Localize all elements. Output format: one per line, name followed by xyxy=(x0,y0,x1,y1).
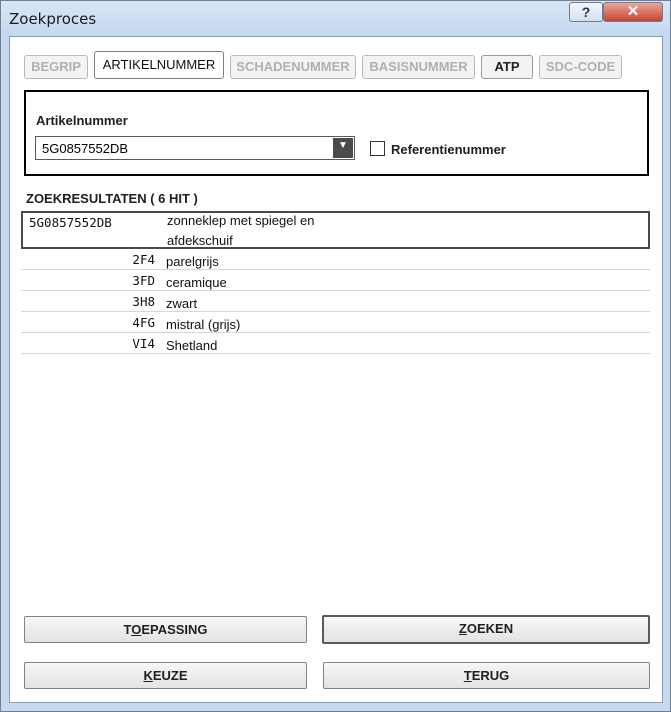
title-bar: Zoekproces ? ✕ xyxy=(1,1,670,35)
results-list: 5G0857552DB zonneklep met spiegel en afd… xyxy=(21,211,650,354)
result-row[interactable]: VI4 Shetland xyxy=(21,333,650,354)
result-description: Shetland xyxy=(166,338,218,353)
button-access-key: Z xyxy=(458,621,467,636)
result-row[interactable]: 3H8 zwart xyxy=(21,291,650,312)
referentienummer-checkbox[interactable] xyxy=(370,141,385,156)
artikelnummer-combobox[interactable]: 5G0857552DB ▼ xyxy=(35,136,355,160)
result-description-line: afdekschuif xyxy=(167,233,233,248)
search-criteria-group: Artikelnummer 5G0857552DB ▼ Referentienu… xyxy=(24,90,649,176)
help-button[interactable]: ? xyxy=(569,2,603,22)
result-code: 5G0857552DB xyxy=(29,215,112,230)
result-description: zwart xyxy=(166,296,198,311)
close-icon: ✕ xyxy=(626,3,640,20)
result-description: mistral (grijs) xyxy=(166,317,241,332)
button-label: EUZE xyxy=(152,668,188,683)
tab-sdc-code: SDC-CODE xyxy=(539,55,622,79)
result-row[interactable]: 3FD ceramique xyxy=(21,270,650,291)
result-code: 2F4 xyxy=(132,252,155,267)
artikelnummer-label: Artikelnummer xyxy=(36,113,128,128)
result-row[interactable]: 2F4 parelgrijs xyxy=(21,249,650,270)
button-access-key: K xyxy=(143,668,153,683)
help-icon: ? xyxy=(581,4,591,20)
result-main-row[interactable]: 5G0857552DB zonneklep met spiegel en afd… xyxy=(21,211,650,249)
toepassing-button[interactable]: TOEPASSING xyxy=(24,616,307,643)
results-header: ZOEKRESULTATEN ( 6 HIT ) xyxy=(26,191,198,206)
tab-schadenummer: SCHADENUMMER xyxy=(230,55,356,79)
button-label: EPASSING xyxy=(141,622,208,637)
tab-artikelnummer[interactable]: ARTIKELNUMMER xyxy=(94,51,224,79)
button-access-key: O xyxy=(131,622,142,637)
result-description: ceramique xyxy=(166,275,227,290)
keuze-button[interactable]: KEUZE xyxy=(24,662,307,689)
tab-atp[interactable]: ATP xyxy=(481,55,533,79)
button-label: OEKEN xyxy=(466,621,514,636)
result-row[interactable]: 4FG mistral (grijs) xyxy=(21,312,650,333)
result-code: 3H8 xyxy=(132,294,155,309)
terug-button[interactable]: TERUG xyxy=(323,662,650,689)
result-description: parelgrijs xyxy=(166,254,219,269)
chevron-down-icon: ▼ xyxy=(338,140,348,151)
dialog-body: BEGRIP ARTIKELNUMMER SCHADENUMMER BASISN… xyxy=(9,36,663,703)
close-button[interactable]: ✕ xyxy=(603,2,663,22)
button-label: ERUG xyxy=(471,668,510,683)
referentienummer-label[interactable]: Referentienummer xyxy=(391,142,506,157)
window-title: Zoekproces xyxy=(9,10,97,28)
tab-basisnummer: BASISNUMMER xyxy=(362,55,475,79)
combobox-dropdown-button[interactable]: ▼ xyxy=(333,138,353,158)
result-code: VI4 xyxy=(132,336,155,351)
tab-begrip: BEGRIP xyxy=(24,55,88,79)
result-code: 3FD xyxy=(132,273,155,288)
button-access-key: T xyxy=(463,668,472,683)
result-description-line: zonneklep met spiegel en xyxy=(167,213,315,228)
search-dialog-window: Zoekproces ? ✕ BEGRIP ARTIKELNUMMER SCHA… xyxy=(0,0,671,712)
zoeken-button[interactable]: ZOEKEN xyxy=(322,615,650,644)
result-code: 4FG xyxy=(132,315,155,330)
result-description: zonneklep met spiegel en afdekschuif xyxy=(167,211,367,251)
artikelnummer-value: 5G0857552DB xyxy=(42,141,129,156)
